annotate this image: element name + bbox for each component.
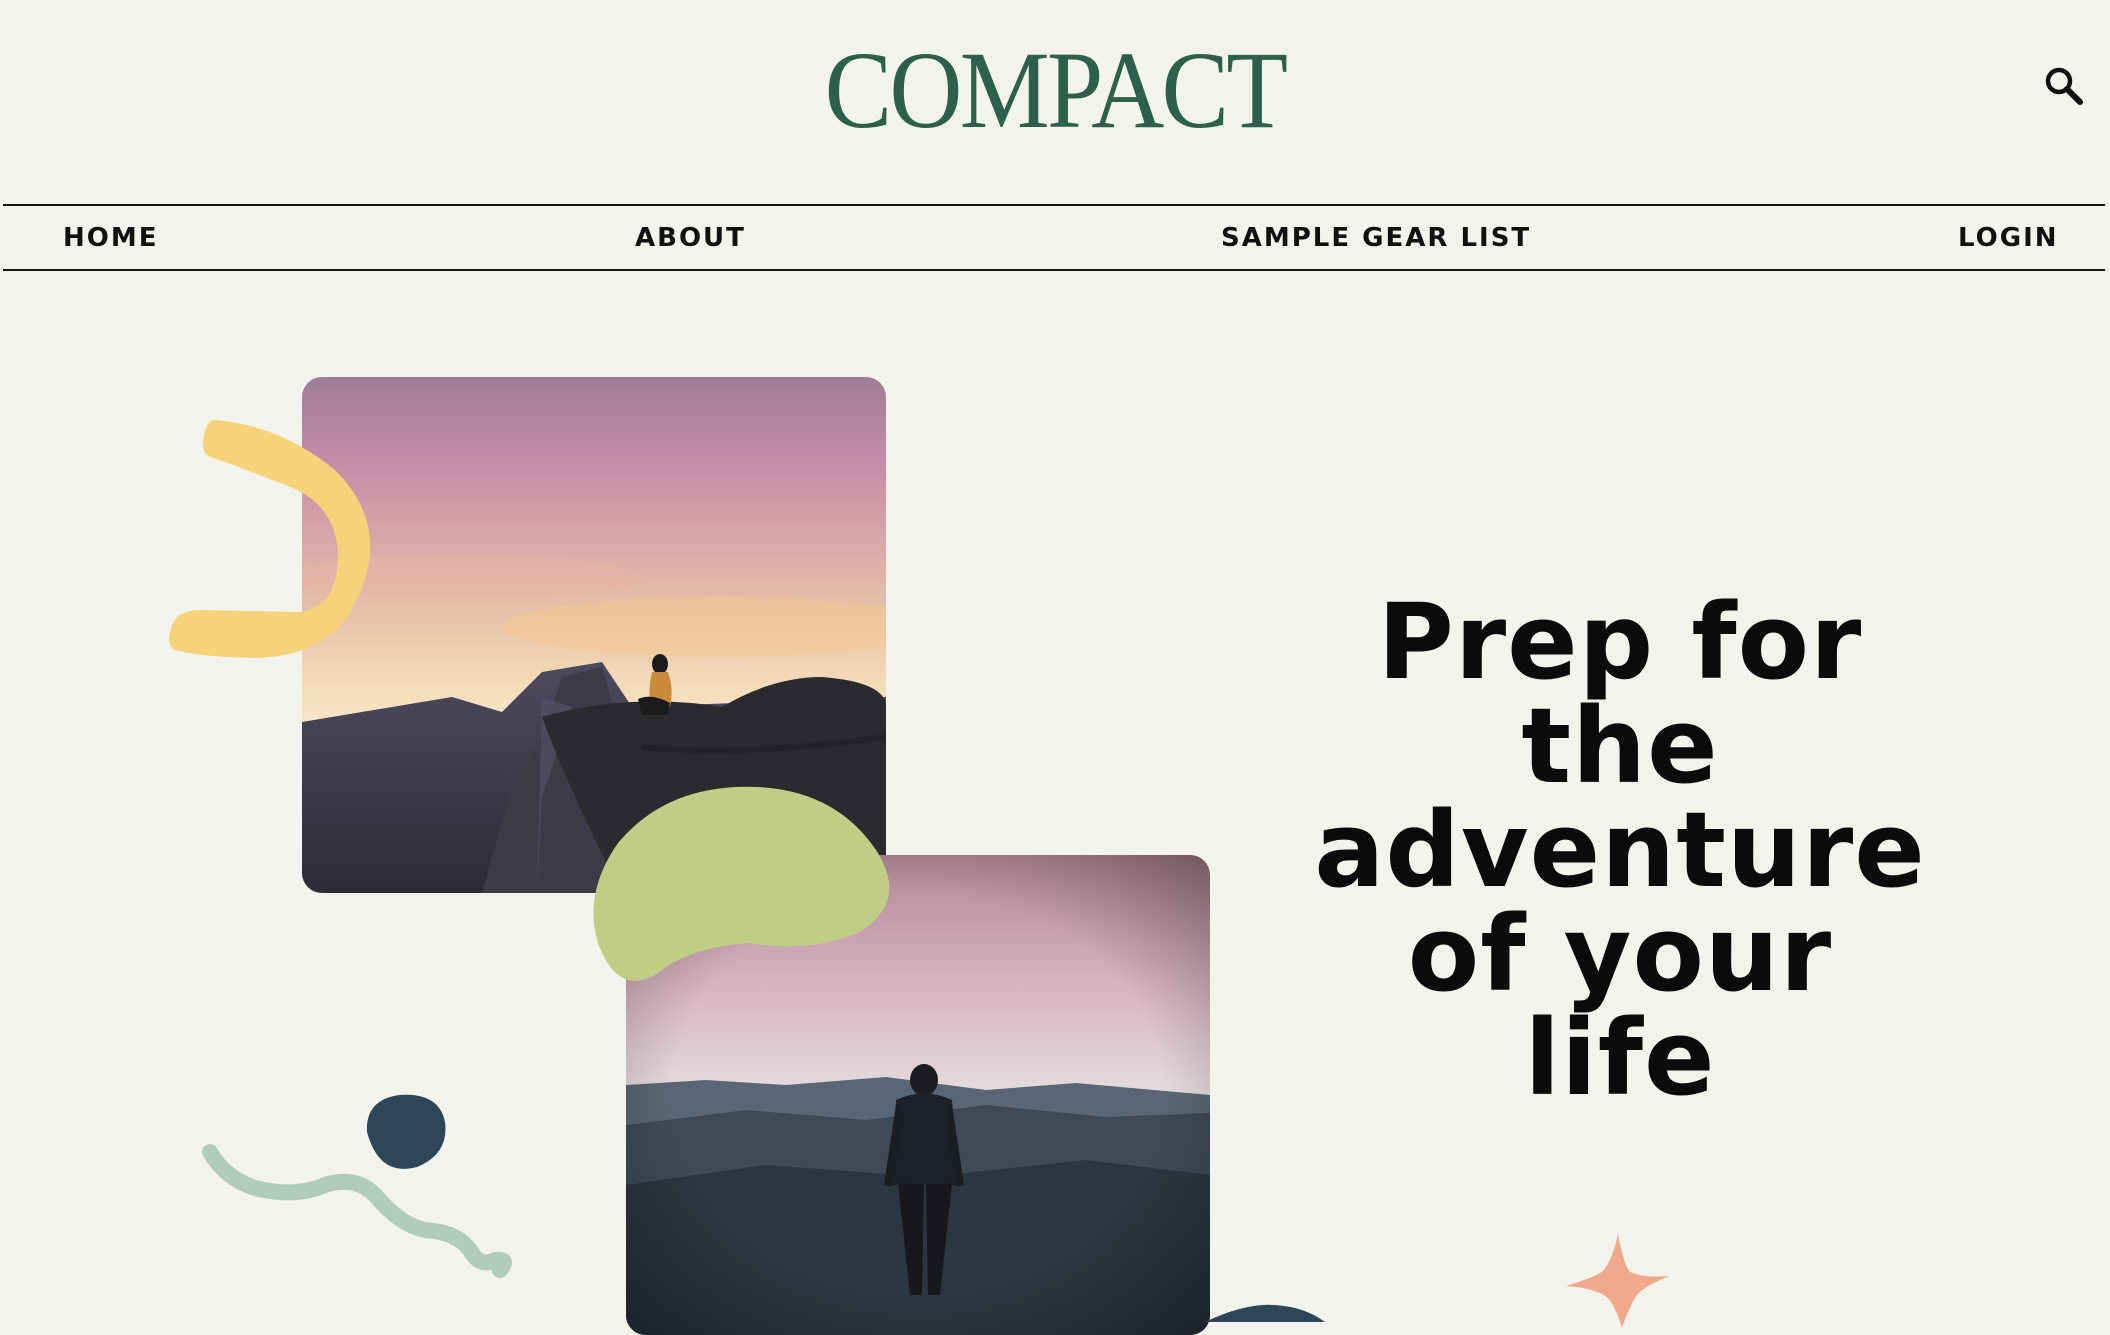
site-logo[interactable]: COMPACT <box>84 30 2025 150</box>
nav-bottom-divider <box>3 269 2105 271</box>
green-blob-shape <box>593 786 890 981</box>
yellow-arc-shape <box>169 420 371 658</box>
search-icon <box>2045 67 2083 105</box>
hero-headline: Prep for the adventure of your life <box>1314 581 1926 1119</box>
star-shape <box>1566 1234 1670 1328</box>
nav-home[interactable]: HOME <box>63 218 159 258</box>
squiggle-shape <box>202 1144 512 1278</box>
nav-login[interactable]: LOGIN <box>1958 218 2059 258</box>
nav-about[interactable]: ABOUT <box>635 218 746 258</box>
navy-half-shape <box>1205 1304 1325 1322</box>
nav-top-divider <box>3 204 2105 206</box>
search-button[interactable] <box>2038 60 2092 114</box>
nav-sample-gear-list[interactable]: SAMPLE GEAR LIST <box>1221 218 1531 258</box>
